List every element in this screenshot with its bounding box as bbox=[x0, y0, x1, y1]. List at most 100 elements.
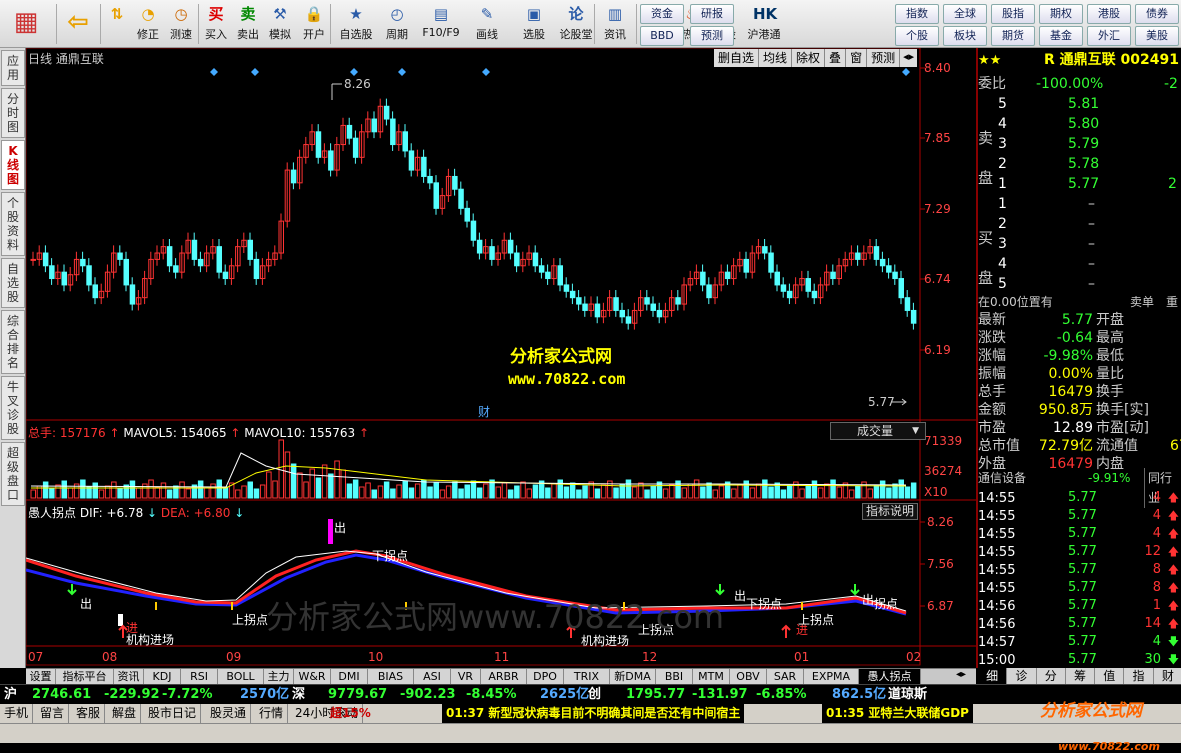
indicator-tab[interactable]: DMI bbox=[331, 669, 368, 685]
chart-canvas[interactable]: 8.40 7.85 7.29 6.74 6.19 8.26 5.77 财 71339 36274 X… bbox=[25, 47, 976, 668]
volume-bar bbox=[241, 485, 247, 499]
indicator-tab[interactable]: 指标平台 bbox=[56, 669, 114, 685]
side-tab[interactable]: K线图 bbox=[1, 140, 25, 190]
toolbar-sell-button[interactable]: 卖卖出 bbox=[234, 2, 262, 46]
tick-row: 14:55 5.77 8 🡅 bbox=[978, 578, 1181, 598]
indicator-tab[interactable]: EXPMA bbox=[804, 669, 859, 685]
kline-chart-area[interactable]: 8.40 7.85 7.29 6.74 6.19 8.26 5.77 财 71339 36274 X… bbox=[25, 47, 976, 668]
market-button[interactable]: 全球 bbox=[943, 4, 987, 24]
toolbar-lock-button[interactable]: 🔒 开户 bbox=[298, 2, 330, 46]
tab-scroll-icon[interactable]: ◂▸ bbox=[956, 669, 966, 680]
chart-btn[interactable]: 预测 bbox=[867, 49, 901, 67]
market-button[interactable]: 债券 bbox=[1135, 4, 1179, 24]
mini-button[interactable]: 预测 bbox=[690, 26, 734, 46]
detail-tab[interactable]: 分 bbox=[1036, 668, 1066, 684]
market-button[interactable]: 期货 bbox=[991, 26, 1035, 46]
mini-button[interactable]: 资金 bbox=[640, 4, 684, 24]
indicator-tab[interactable]: 新DMA bbox=[610, 669, 656, 685]
chart-btn[interactable]: 均线 bbox=[759, 49, 793, 67]
indicator-tab[interactable]: W&R bbox=[294, 669, 331, 685]
side-tab[interactable]: 超级盘口 bbox=[1, 442, 25, 506]
market-button[interactable]: 基金 bbox=[1039, 26, 1083, 46]
candle-down bbox=[92, 284, 98, 299]
toolbar-buy-button[interactable]: 买买入 bbox=[202, 2, 230, 46]
indicator-tab[interactable]: 愚人拐点 bbox=[859, 669, 921, 685]
toolbar-f10-button[interactable]: ▤ F10/F9 bbox=[420, 2, 462, 46]
market-button[interactable]: 期权 bbox=[1039, 4, 1083, 24]
market-button[interactable]: 板块 bbox=[943, 26, 987, 46]
toolbar-hammer-button[interactable]: ⚒ 模拟 bbox=[266, 2, 294, 46]
indicator-tab[interactable]: KDJ bbox=[144, 669, 181, 685]
indicator-tab[interactable]: 主力 bbox=[264, 669, 294, 685]
candle-down bbox=[855, 252, 861, 260]
toolbar-star-button[interactable]: ★ 自选股 bbox=[336, 2, 376, 46]
indicator-tab[interactable]: BOLL bbox=[218, 669, 264, 685]
toolbar-up-down-button[interactable]: ⇅ bbox=[104, 2, 130, 46]
service-link[interactable]: 手机 bbox=[4, 704, 34, 723]
market-button[interactable]: 港股 bbox=[1087, 4, 1131, 24]
toolbar-period-button[interactable]: ◴ 周期 bbox=[378, 2, 416, 46]
mini-button[interactable]: BBD bbox=[640, 26, 684, 46]
toolbar-revise-button[interactable]: ◔ 修正 bbox=[134, 2, 162, 46]
toolbar-logo-button[interactable]: ▦ bbox=[2, 2, 50, 46]
indicator-tab[interactable]: DPO bbox=[527, 669, 564, 685]
side-tab[interactable]: 应用 bbox=[1, 50, 25, 86]
toolbar-select-button[interactable]: ▣ 选股 bbox=[514, 2, 554, 46]
weibi-row: 委比 -100.00% -2 bbox=[978, 74, 1181, 94]
toolbar-forum-button[interactable]: 论论股堂 bbox=[558, 2, 594, 46]
service-link[interactable]: 解盘 bbox=[112, 704, 142, 723]
volume-dropdown[interactable]: 成交量 ▼ bbox=[830, 422, 926, 440]
indicator-tab[interactable]: TRIX bbox=[564, 669, 610, 685]
toolbar-back-arrow-button[interactable]: ⇦ bbox=[60, 2, 96, 46]
indicator-tab[interactable]: 设置 bbox=[26, 669, 56, 685]
market-button[interactable]: 外汇 bbox=[1087, 26, 1131, 46]
market-button[interactable]: 股指 bbox=[991, 4, 1035, 24]
indicator-tab[interactable]: ARBR bbox=[481, 669, 527, 685]
arrow-icon[interactable]: ◂▸ bbox=[900, 49, 917, 67]
service-link[interactable]: 股灵通 bbox=[210, 704, 252, 723]
volume-bar bbox=[148, 479, 154, 499]
indicator-tab[interactable]: MTM bbox=[693, 669, 730, 685]
toolbar-pencil-button[interactable]: ✎ 画线 bbox=[466, 2, 508, 46]
side-tab[interactable]: 综合排名 bbox=[1, 310, 25, 374]
indicator-tab[interactable]: OBV bbox=[730, 669, 767, 685]
service-link[interactable]: 客服 bbox=[76, 704, 106, 723]
detail-tab[interactable]: 细 bbox=[978, 668, 1008, 684]
chart-btn[interactable]: 删自选 bbox=[714, 49, 760, 67]
detail-tab[interactable]: 值 bbox=[1095, 668, 1125, 684]
market-button[interactable]: 指数 bbox=[895, 4, 939, 24]
indicator-tab[interactable]: SAR bbox=[767, 669, 804, 685]
indicator-tab[interactable]: ASI bbox=[414, 669, 451, 685]
chart-btn[interactable]: 叠 bbox=[825, 49, 847, 67]
market-button[interactable]: 美股 bbox=[1135, 26, 1179, 46]
service-link[interactable]: 股市日记 bbox=[148, 704, 202, 723]
side-tab[interactable]: 牛叉诊股 bbox=[1, 376, 25, 440]
volume-bar bbox=[210, 483, 216, 499]
chart-btn[interactable]: 窗 bbox=[846, 49, 868, 67]
side-tab[interactable]: 个股资料 bbox=[1, 192, 25, 256]
side-tab[interactable]: 分时图 bbox=[1, 88, 25, 138]
detail-tab[interactable]: 诊 bbox=[1007, 668, 1037, 684]
toolbar-hk-button[interactable]: HK 沪港通 bbox=[744, 2, 784, 46]
detail-tab[interactable]: 筹 bbox=[1065, 668, 1096, 684]
toolbar-separator bbox=[636, 4, 637, 44]
indicator-help-button[interactable]: 指标说明 bbox=[862, 503, 918, 520]
indicator-tab[interactable]: 资讯 bbox=[114, 669, 144, 685]
detail-tab[interactable]: 财 bbox=[1153, 668, 1181, 684]
indicator-tab[interactable]: BBI bbox=[656, 669, 693, 685]
detail-tab[interactable]: 指 bbox=[1124, 668, 1154, 684]
service-link[interactable]: 行情 bbox=[259, 704, 289, 723]
candle-down bbox=[197, 258, 204, 267]
toolbar-clock-button[interactable]: ◷ 测速 bbox=[166, 2, 196, 46]
sector-name: 通信设备 bbox=[978, 471, 1027, 485]
toolbar-news-button[interactable]: ▥ 资讯 bbox=[598, 2, 632, 46]
service-link[interactable]: 留言 bbox=[40, 704, 70, 723]
side-tab[interactable]: 自选股 bbox=[1, 258, 25, 308]
hk-icon: HK bbox=[753, 5, 778, 23]
indicator-tab[interactable]: VR bbox=[451, 669, 481, 685]
indicator-tab[interactable]: BIAS bbox=[368, 669, 414, 685]
indicator-tab[interactable]: RSI bbox=[181, 669, 218, 685]
mini-button[interactable]: 研报 bbox=[690, 4, 734, 24]
chart-btn[interactable]: 除权 bbox=[792, 49, 826, 67]
market-button[interactable]: 个股 bbox=[895, 26, 939, 46]
